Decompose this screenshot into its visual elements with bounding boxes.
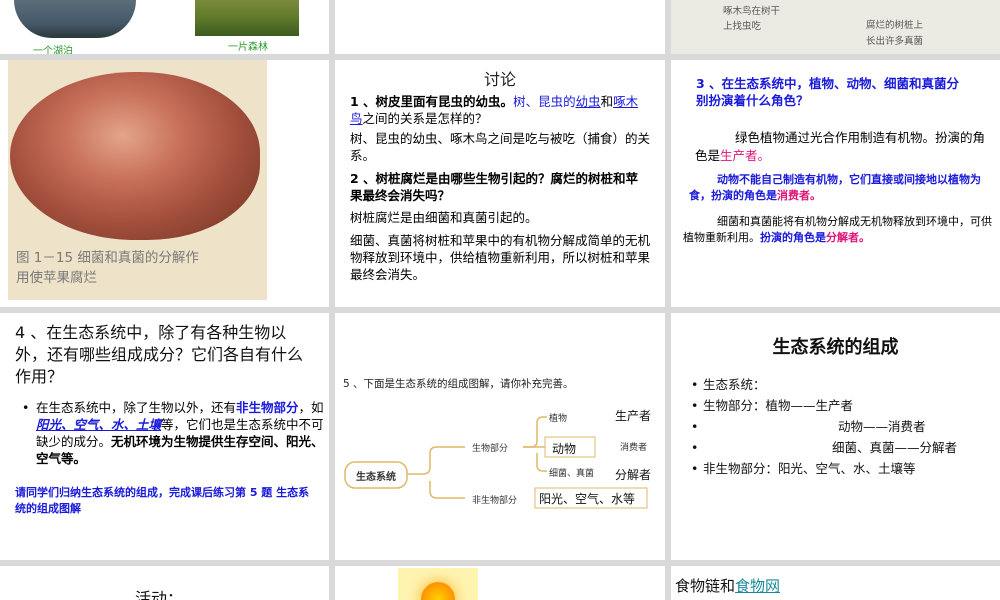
discussion-title: 讨论 — [483, 70, 516, 89]
slide-roles: 3 、在生态系统中，植物、动物、细菌和真菌分别扮演着什么角色？ 绿色植物通过光合… — [671, 60, 1000, 307]
question-4-title: 4 、在生态系统中，除了有各种生物以外，还有哪些组成成分？它们各自有什么作用？ — [15, 323, 304, 386]
list-item: • 细菌、真菌——分解者 — [691, 440, 958, 455]
answer-2a: 树桩腐烂是由细菌和真菌引起的。 — [350, 210, 538, 225]
connector-bio — [407, 446, 465, 475]
slide-activity: 活动： — [0, 566, 329, 600]
slide-woodpecker-stump: 啄木鸟在树干 上找虫吃 腐烂的树桩上 长出许多真菌 — [671, 0, 1000, 54]
animal-role: 动物不能自己制造有机物，它们直接或间接地以植物为食，扮演的角色是消费者。 — [689, 173, 981, 202]
animal-label: 动物 — [552, 442, 577, 456]
bullet-icon: • — [22, 400, 30, 415]
composition-list: • 生态系统： • 生物部分：植物——生产者 • 动物——消费者 • 细菌、真菌——分解… — [691, 374, 991, 479]
consumer-label: 消费者 — [620, 443, 648, 453]
bio-label: 生物部分 — [472, 444, 509, 454]
question-1: 1 、树皮里面有昆虫的幼虫。树、昆虫的幼虫和啄木鸟之间的关系是怎样的？ — [350, 94, 639, 126]
food-chain-title: 食物链和食物网 — [675, 577, 781, 595]
slide-blank-top — [335, 0, 665, 54]
slide-discussion: 讨论 1 、树皮里面有昆虫的幼虫。树、昆虫的幼虫和啄木鸟之间的关系是怎样的？ 树… — [335, 60, 665, 307]
slide-lake-forest: 一个湖泊 一片森林 — [0, 0, 329, 54]
answer-2b: 细菌、真菌将树桩和苹果中的有机物分解成简单的无机物释放到环境中，供给植物重新利用… — [350, 233, 651, 282]
connector-nonbio — [429, 481, 465, 499]
decomposer-label: 分解者 — [615, 468, 652, 482]
slide-composition: 生态系统的组成 • 生态系统： • 生物部分：植物——生产者 • 动物——消费者 • 细… — [671, 313, 1000, 560]
root-label: 生态系统 — [356, 472, 396, 483]
composition-diagram — [344, 416, 648, 509]
producer-label: 生产者 — [615, 409, 652, 423]
slide-sun — [335, 566, 665, 600]
composition-title: 生态系统的组成 — [772, 337, 899, 358]
question-3: 3 、在生态系统中，植物、动物、细菌和真菌分别扮演着什么角色？ — [696, 76, 960, 108]
answer-1: 树、昆虫的幼虫、啄木鸟之间是吃与被吃（捕食）的关系。 — [350, 131, 651, 163]
forest-photo — [195, 0, 299, 36]
connector-plant — [523, 416, 547, 448]
homework-note: 请同学们归纳生态系统的组成，完成课后练习第 5 题 生态系统的组成图解 — [15, 486, 310, 515]
food-web-link[interactable]: 食物网 — [735, 577, 780, 595]
slide-food-chain: 食物链和食物网 — [671, 566, 1000, 600]
nonbio-items-label: 阳光、空气、水等 — [539, 492, 636, 506]
lake-caption: 一个湖泊 — [33, 46, 73, 54]
slide-diagram: 5 、下面是生态系统的组成图解，请你补充完善。 生态系统 生物部分 非生物部分 … — [335, 313, 665, 560]
list-item: • 非生物部分：阳光、空气、水、土壤等 — [691, 461, 916, 476]
activity-label: 活动： — [135, 589, 184, 600]
plant-role: 绿色植物通过光合作用制造有机物。扮演的角色是生产者。 — [695, 130, 986, 163]
rotten-apple-image — [10, 72, 260, 240]
list-item: • 生物部分：植物——生产者 — [691, 398, 854, 413]
bird-caption: 啄木鸟在树干 上找虫吃 — [723, 6, 781, 32]
list-item: • 生态系统： — [691, 377, 766, 392]
apple-caption: 图 1－15 细菌和真菌的分解作 用使苹果腐烂 — [16, 250, 199, 286]
slide-question-4: 4 、在生态系统中，除了有各种生物以外，还有哪些组成成分？它们各自有什么作用？ … — [0, 313, 329, 560]
diagram-connectors — [407, 416, 547, 499]
plant-label: 植物 — [549, 414, 568, 424]
question-4-answer: • 在生态系统中，除了生物以外，还有非生物部分，如阳光、空气、水、土壤等，它们也… — [22, 400, 324, 466]
forest-caption: 一片森林 — [228, 42, 268, 53]
fungi-role: 细菌和真菌能将有机物分解成无机物释放到环境中，可供植物重新利用。扮演的角色是分解… — [683, 215, 992, 244]
stump-caption: 腐烂的树桩上 长出许多真菌 — [866, 20, 924, 47]
fungi-label: 细菌、真菌 — [549, 469, 595, 479]
lake-photo — [14, 0, 136, 38]
slide-rotten-apple: 图 1－15 细菌和真菌的分解作 用使苹果腐烂 — [0, 60, 329, 307]
nonbio-label: 非生物部分 — [472, 496, 518, 506]
list-item: • 动物——消费者 — [691, 419, 926, 434]
question-2: 2 、树桩腐烂是由哪些生物引起的？腐烂的树桩和苹果最终会消失吗？ — [350, 171, 639, 203]
